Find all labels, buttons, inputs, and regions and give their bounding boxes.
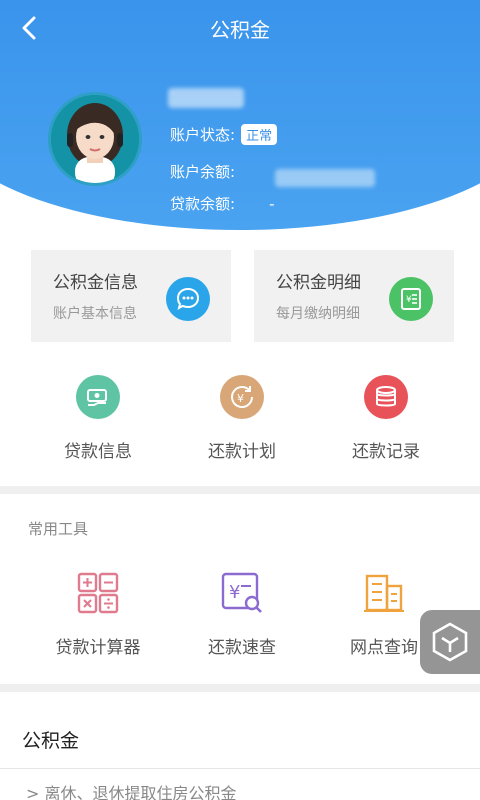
page-title: 公积金 (210, 17, 270, 42)
section-divider (0, 486, 480, 494)
svg-text:¥: ¥ (229, 582, 240, 603)
yen-search-icon: ¥ (221, 572, 262, 613)
account-balance-row: 账户余额: (170, 161, 235, 182)
profile-header: 公积金 账户状态: 正常 账户余额: 贷款余额: - (0, 0, 480, 235)
cube-icon (432, 622, 468, 662)
fund-section-title: 公积金 (22, 730, 80, 752)
repayment-plan-label: 还款计划 (208, 442, 276, 462)
ledger-icon: ¥ (389, 277, 433, 321)
card-subtitle: 账户基本信息 (53, 306, 137, 322)
money-hand-icon (76, 375, 120, 419)
user-name-masked (168, 88, 244, 108)
loan-info-label: 贷款信息 (64, 442, 132, 462)
back-arrow-icon[interactable] (14, 12, 46, 44)
section-divider (0, 684, 480, 692)
title-bar: 公积金 (0, 0, 480, 56)
loan-calculator-item[interactable]: 贷款计算器 (23, 572, 173, 658)
repayment-lookup-label: 还款速查 (208, 638, 276, 658)
calculator-icon (77, 572, 119, 614)
repayment-lookup-item[interactable]: ¥ 还款速查 (167, 572, 317, 658)
avatar[interactable] (48, 92, 142, 186)
loan-calculator-label: 贷款计算器 (55, 638, 141, 658)
svg-text:¥: ¥ (237, 392, 244, 405)
building-icon (364, 574, 404, 612)
repayment-plan-item[interactable]: ¥ 还款计划 (182, 375, 302, 462)
tools-section-title: 常用工具 (28, 520, 89, 538)
account-balance-masked (275, 169, 375, 187)
repayment-record-label: 还款记录 (352, 442, 420, 462)
loan-balance-label: 贷款余额: (170, 195, 236, 213)
card-fund-details[interactable]: 公积金明细 每月缴纳明细 ¥ (254, 250, 454, 342)
account-balance-label: 账户余额: (170, 163, 236, 181)
loan-balance-row: 贷款余额: - (170, 193, 274, 214)
account-status-row: 账户状态: 正常 (170, 124, 278, 145)
yen-clock-icon: ¥ (220, 375, 264, 419)
loan-balance-value: - (269, 194, 275, 213)
coins-stack-icon (364, 375, 408, 419)
repayment-record-item[interactable]: 还款记录 (326, 375, 446, 462)
chat-bubble-icon (166, 277, 210, 321)
card-subtitle: 每月缴纳明细 (276, 306, 360, 322)
status-badge: 正常 (241, 124, 278, 145)
retirement-withdrawal-link[interactable]: > 离休、退休提取住房公积金 (26, 780, 237, 800)
loan-info-item[interactable]: 贷款信息 (38, 375, 158, 462)
floating-assistant-button[interactable] (420, 610, 480, 674)
card-fund-info[interactable]: 公积金信息 账户基本信息 (31, 250, 231, 342)
card-title: 公积金信息 (53, 273, 138, 293)
fund-section-separator (0, 768, 480, 769)
account-status-label: 账户状态: (170, 126, 236, 144)
card-title: 公积金明细 (276, 273, 361, 293)
svg-text:¥: ¥ (406, 295, 412, 305)
user-avatar-icon (51, 95, 139, 183)
